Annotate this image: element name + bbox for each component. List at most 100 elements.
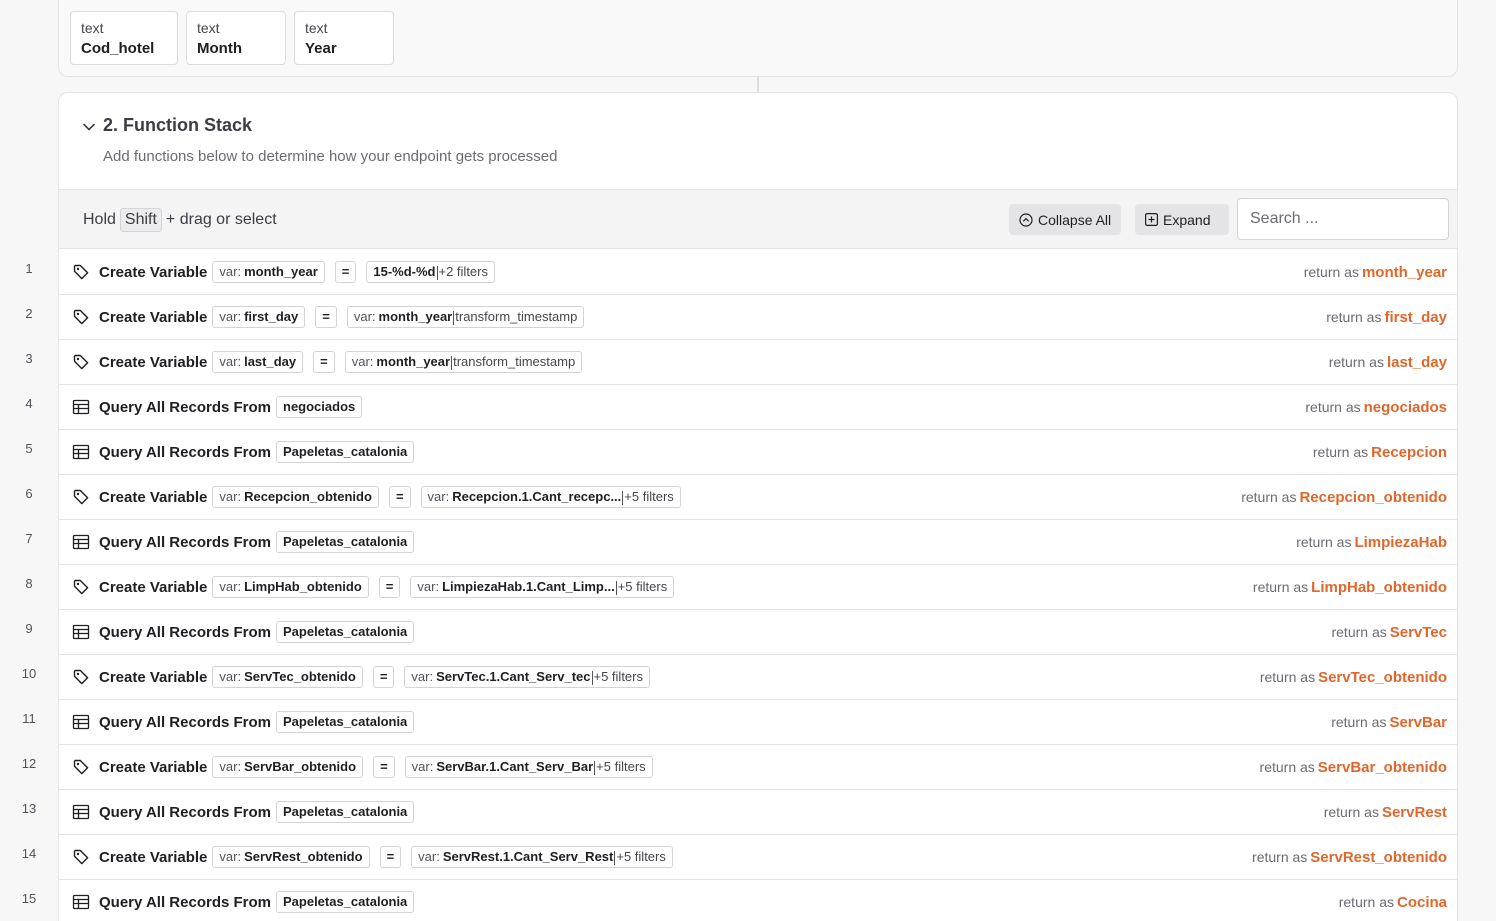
value-pill[interactable]: var: month_year transform_timestamp xyxy=(346,306,585,328)
return-variable[interactable]: ServRest_obtenido xyxy=(1310,849,1447,866)
table-pill[interactable]: Papeletas_catalonia xyxy=(276,801,415,823)
filter-text: +5 filters xyxy=(616,849,666,864)
section-subtitle: Add functions below to determine how you… xyxy=(103,148,558,165)
variable-pill[interactable]: var: month_year xyxy=(212,261,325,283)
table-pill[interactable]: negociados xyxy=(276,396,363,418)
return-variable[interactable]: LimpHab_obtenido xyxy=(1311,579,1447,596)
return-variable[interactable]: Recepcion xyxy=(1371,444,1447,461)
step-row-create-variable[interactable]: Create Variable var: ServBar_obtenido = var:… xyxy=(59,745,1457,790)
var-prefix: var: xyxy=(219,264,242,279)
table-name: negociados xyxy=(283,399,356,414)
function-name: Query All Records From xyxy=(99,533,271,551)
return-variable[interactable]: last_day xyxy=(1387,354,1447,371)
input-chip-month[interactable]: text Month xyxy=(186,11,286,65)
return-as: return as last_day xyxy=(1329,340,1447,385)
function-name: Create Variable xyxy=(99,353,208,371)
return-as: return as first_day xyxy=(1326,295,1447,340)
step-row-create-variable[interactable]: Create Variable var: Recepcion_obtenido = va… xyxy=(59,475,1457,520)
line-number: 11 xyxy=(22,711,36,726)
step-row-create-variable[interactable]: Create Variable var: ServRest_obtenido = var… xyxy=(59,835,1457,880)
return-as: return as ServRest xyxy=(1324,790,1447,835)
equals-badge: = xyxy=(313,351,335,373)
input-type-label: text xyxy=(81,20,104,36)
table-pill[interactable]: Papeletas_catalonia xyxy=(276,441,415,463)
collapse-all-button[interactable]: Collapse All xyxy=(1009,204,1122,235)
filter-text: transform_timestamp xyxy=(453,354,576,369)
variable-pill[interactable]: var: last_day xyxy=(212,351,304,373)
step-row-query-all-records[interactable]: Query All Records From negociados return a… xyxy=(59,385,1457,430)
equals-badge: = xyxy=(373,756,395,778)
step-row-create-variable[interactable]: Create Variable var: first_day = var: month_y… xyxy=(59,295,1457,340)
step-row-query-all-records[interactable]: Query All Records From Papeletas_cataloni… xyxy=(59,520,1457,565)
function-list: Create Variable var: month_year = 15-%d-%d +2… xyxy=(59,250,1457,921)
table-pill[interactable]: Papeletas_catalonia xyxy=(276,711,415,733)
step-row-query-all-records[interactable]: Query All Records From Papeletas_cataloni… xyxy=(59,430,1457,475)
table-pill[interactable]: Papeletas_catalonia xyxy=(276,531,415,553)
step-row-query-all-records[interactable]: Query All Records From Papeletas_cataloni… xyxy=(59,790,1457,835)
step-row-query-all-records[interactable]: Query All Records From Papeletas_cataloni… xyxy=(59,700,1457,745)
value-pill[interactable]: var: ServRest.1.Cant_Serv_Rest +5 filters xyxy=(411,846,673,868)
input-chip-year[interactable]: text Year xyxy=(294,11,394,65)
value-pill[interactable]: var: month_year transform_timestamp xyxy=(344,351,583,373)
variable-pill[interactable]: var: Recepcion_obtenido xyxy=(212,486,379,508)
step-row-create-variable[interactable]: Create Variable var: month_year = 15-%d-%d +2… xyxy=(59,250,1457,295)
value-pill[interactable]: var: LimpiezaHab.1.Cant_Limp... +5 filters xyxy=(410,576,675,598)
return-label: return as xyxy=(1331,624,1387,640)
return-as: return as LimpHab_obtenido xyxy=(1253,565,1447,610)
value-pill[interactable]: var: ServTec.1.Cant_Serv_tec +5 filters xyxy=(404,666,650,688)
var-prefix: var: xyxy=(219,849,242,864)
return-variable[interactable]: negociados xyxy=(1364,399,1447,416)
line-number: 15 xyxy=(21,891,37,906)
return-label: return as xyxy=(1331,714,1387,730)
table-name: Papeletas_catalonia xyxy=(283,624,408,639)
step-row-create-variable[interactable]: Create Variable var: ServTec_obtenido = var:… xyxy=(59,655,1457,700)
table-icon xyxy=(72,714,90,730)
variable-pill[interactable]: var: first_day xyxy=(212,306,306,328)
expand-button[interactable]: Expand xyxy=(1135,204,1229,235)
return-variable[interactable]: month_year xyxy=(1362,264,1447,281)
return-variable[interactable]: ServBar_obtenido xyxy=(1318,759,1447,776)
table-pill[interactable]: Papeletas_catalonia xyxy=(276,891,415,913)
tag-icon xyxy=(73,669,89,685)
pipe-separator xyxy=(451,355,453,370)
inputs-panel: text Cod_hotel text Month text Year xyxy=(58,0,1458,77)
tag-icon xyxy=(73,489,89,505)
return-variable[interactable]: ServTec_obtenido xyxy=(1318,669,1447,686)
return-variable[interactable]: Cocina xyxy=(1397,894,1447,911)
filter-text: +5 filters xyxy=(593,669,644,684)
input-chip-cod-hotel[interactable]: text Cod_hotel xyxy=(70,11,178,65)
search-input[interactable] xyxy=(1237,198,1449,240)
step-row-create-variable[interactable]: Create Variable var: LimpHab_obtenido = var:… xyxy=(59,565,1457,610)
variable-pill[interactable]: var: ServBar_obtenido xyxy=(212,756,364,778)
section-connector xyxy=(757,77,759,92)
input-name-label: Cod_hotel xyxy=(81,40,155,57)
section-title[interactable]: 2. Function Stack xyxy=(103,115,252,136)
return-variable[interactable]: LimpiezaHab xyxy=(1354,534,1447,551)
return-variable[interactable]: ServRest xyxy=(1382,804,1447,821)
line-number: 6 xyxy=(25,486,33,501)
variable-pill[interactable]: var: LimpHab_obtenido xyxy=(212,576,369,598)
value-pill[interactable]: 15-%d-%d +2 filters xyxy=(366,261,495,283)
equals-badge: = xyxy=(379,846,402,868)
step-row-query-all-records[interactable]: Query All Records From Papeletas_cataloni… xyxy=(59,610,1457,655)
line-number-gutter: 1 2 3 4 5 6 7 8 9 10 11 12 13 14 15 xyxy=(0,248,58,921)
return-variable[interactable]: Recepcion_obtenido xyxy=(1299,489,1447,506)
variable-name: ServRest_obtenido xyxy=(244,849,363,864)
step-row-create-variable[interactable]: Create Variable var: last_day = var: month_ye… xyxy=(59,340,1457,385)
return-variable[interactable]: ServBar xyxy=(1389,714,1447,731)
variable-pill[interactable]: var: ServRest_obtenido xyxy=(212,846,370,868)
function-name: Create Variable xyxy=(99,758,208,776)
line-number: 14 xyxy=(21,846,37,861)
function-name: Query All Records From xyxy=(99,443,271,461)
value-pill[interactable]: var: Recepcion.1.Cant_recepc... +5 filters xyxy=(420,486,681,508)
table-pill[interactable]: Papeletas_catalonia xyxy=(276,621,415,643)
value-prefix: var: xyxy=(351,354,374,369)
chevron-down-icon[interactable] xyxy=(81,119,97,135)
variable-pill[interactable]: var: ServTec_obtenido xyxy=(212,666,363,688)
value-pill[interactable]: var: ServBar.1.Cant_Serv_Bar +5 filters xyxy=(404,756,653,778)
step-row-query-all-records[interactable]: Query All Records From Papeletas_cataloni… xyxy=(59,880,1457,921)
return-variable[interactable]: first_day xyxy=(1384,309,1447,326)
table-icon xyxy=(72,534,90,550)
line-number: 10 xyxy=(21,666,37,681)
return-variable[interactable]: ServTec xyxy=(1390,624,1447,641)
